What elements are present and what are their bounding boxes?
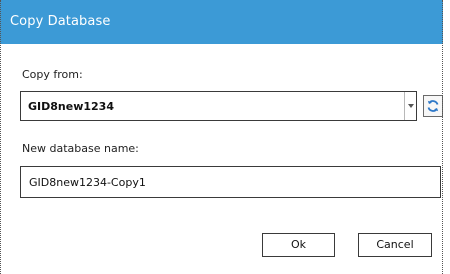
dialog-right-border: [442, 0, 443, 274]
source-database-value: GID8new1234: [28, 100, 114, 113]
source-database-dropdown[interactable]: GID8new1234: [20, 91, 417, 121]
chevron-down-icon[interactable]: [404, 92, 416, 120]
copy-from-label: Copy from:: [22, 68, 83, 81]
new-database-name-input[interactable]: [21, 167, 440, 197]
dialog-left-border: [0, 0, 1, 274]
copy-database-dialog: Copy Database Copy from: GID8new1234 New…: [0, 0, 450, 274]
refresh-button[interactable]: [423, 95, 443, 117]
ok-button[interactable]: Ok: [262, 233, 335, 257]
dialog-title: Copy Database: [10, 14, 111, 29]
refresh-icon: [427, 100, 439, 112]
new-database-name-field-box: [20, 166, 441, 198]
new-database-name-label: New database name:: [22, 142, 139, 155]
cancel-button[interactable]: Cancel: [358, 233, 432, 257]
title-bar: Copy Database: [0, 0, 443, 44]
